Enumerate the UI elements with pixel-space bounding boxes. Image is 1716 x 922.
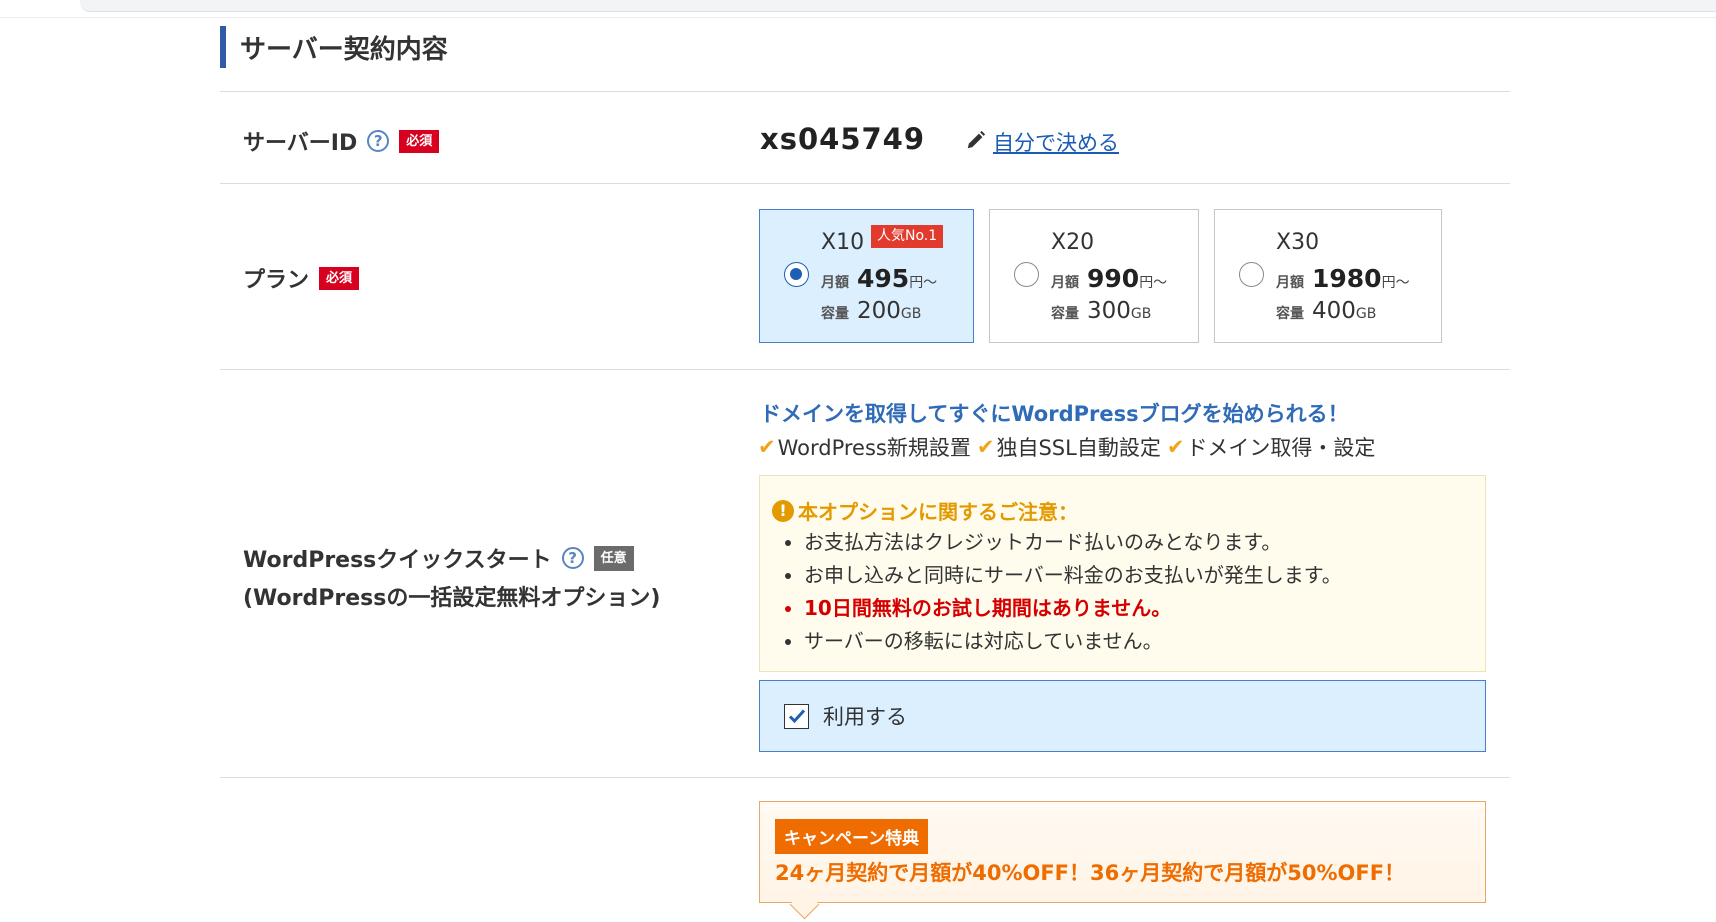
monthly-label: 月額 bbox=[821, 275, 849, 291]
feature-text: 独自SSL自動設定 bbox=[996, 436, 1161, 460]
checkmark-icon bbox=[788, 709, 805, 724]
popular-badge: 人気No.1 bbox=[871, 225, 944, 248]
price-unit: 円～ bbox=[1139, 275, 1168, 291]
capacity-label: 容量 bbox=[1051, 306, 1079, 322]
pointer-arrow bbox=[789, 889, 820, 920]
capacity-label: 容量 bbox=[821, 306, 849, 322]
capacity-unit: GB bbox=[1130, 306, 1152, 322]
divider bbox=[220, 91, 1510, 92]
server-id-value: xs045749 bbox=[760, 122, 926, 156]
notice-list: お支払方法はクレジットカード払いのみとなります。 お申し込みと同時にサーバー料金… bbox=[784, 526, 1342, 658]
quickstart-headline: ドメインを取得してすぐにWordPressブログを始められる！ bbox=[760, 402, 1349, 426]
capacity-label: 容量 bbox=[1276, 306, 1304, 322]
campaign-badge: キャンペーン特典 bbox=[775, 819, 929, 854]
edit-server-id-text[interactable]: 自分で決める bbox=[993, 127, 1119, 157]
plan-price: 1980 bbox=[1312, 264, 1382, 293]
capacity-unit: GB bbox=[900, 306, 922, 322]
use-checkbox[interactable] bbox=[784, 703, 809, 729]
plan-radio-x10[interactable] bbox=[784, 262, 809, 287]
notice-item: サーバーの移転には対応していません。 bbox=[804, 625, 1342, 658]
plan-capacity: 200 bbox=[857, 298, 901, 324]
feature-text: WordPress新規設置 bbox=[777, 436, 971, 460]
feature-text: ドメイン取得・設定 bbox=[1186, 436, 1376, 460]
required-badge: 必須 bbox=[399, 129, 440, 153]
top-divider bbox=[0, 17, 1716, 18]
use-label: 利用する bbox=[823, 705, 907, 729]
price-unit: 円～ bbox=[909, 275, 938, 291]
option-notice: ! 本オプションに関するご注意： お支払方法はクレジットカード払いのみとなります… bbox=[759, 475, 1486, 672]
campaign-box: キャンペーン特典 24ヶ月契約で月額が40%OFF！36ヶ月契約で月額が50%O… bbox=[759, 801, 1486, 920]
check-icon: ✔ bbox=[1166, 435, 1185, 459]
check-icon: ✔ bbox=[976, 435, 995, 459]
monthly-label: 月額 bbox=[1276, 275, 1304, 291]
plan-option-x20[interactable]: X20 月額 990円～ 容量 300GB bbox=[989, 209, 1199, 343]
help-icon[interactable]: ? bbox=[367, 130, 390, 152]
plan-name: X20 bbox=[1051, 230, 1095, 255]
pencil-icon bbox=[965, 129, 987, 156]
section-title: サーバー契約内容 bbox=[220, 26, 448, 68]
server-id-label: サーバーID bbox=[243, 131, 358, 156]
feature-item: ✔ WordPress新規設置 bbox=[758, 432, 971, 462]
plan-radio-x20[interactable] bbox=[1014, 262, 1039, 287]
notice-item-warning: 10日間無料のお試し期間はありません。 bbox=[804, 592, 1342, 625]
quickstart-sublabel: (WordPressの一括設定無料オプション) bbox=[243, 586, 661, 611]
notice-title: 本オプションに関するご注意： bbox=[798, 500, 1078, 524]
plan-option-x10[interactable]: X10 人気No.1 月額 495円～ 容量 200GB bbox=[759, 209, 974, 343]
warning-icon: ! bbox=[772, 499, 794, 522]
use-quickstart-option[interactable]: 利用する bbox=[759, 680, 1486, 752]
plan-name: X30 bbox=[1276, 230, 1320, 255]
check-icon: ✔ bbox=[758, 435, 776, 459]
campaign-text: 24ヶ月契約で月額が40%OFF！36ヶ月契約で月額が50%OFF！ bbox=[775, 861, 1406, 885]
plan-price: 990 bbox=[1087, 264, 1140, 293]
divider bbox=[220, 369, 1510, 370]
plan-price: 495 bbox=[857, 264, 910, 293]
plan-label: プラン bbox=[243, 268, 310, 293]
quickstart-label: WordPressクイックスタート bbox=[243, 548, 552, 573]
notice-item: お申し込みと同時にサーバー料金のお支払いが発生します。 bbox=[804, 559, 1342, 592]
feature-item: ✔ ドメイン取得・設定 bbox=[1167, 432, 1376, 462]
help-icon[interactable]: ? bbox=[561, 547, 584, 569]
optional-badge: 任意 bbox=[593, 545, 634, 571]
feature-list: ✔ WordPress新規設置 ✔ 独自SSL自動設定 ✔ ドメイン取得・設定 bbox=[758, 432, 1375, 462]
plan-radio-x30[interactable] bbox=[1239, 262, 1264, 287]
divider bbox=[220, 183, 1510, 184]
required-badge: 必須 bbox=[319, 266, 360, 290]
browser-top-bar bbox=[80, 0, 1716, 12]
plan-option-x30[interactable]: X30 月額 1980円～ 容量 400GB bbox=[1214, 209, 1442, 343]
quickstart-label-block: WordPressクイックスタート ? 任意 (WordPressの一括設定無料… bbox=[243, 542, 660, 612]
plan-capacity: 300 bbox=[1087, 298, 1131, 324]
server-id-label-row: サーバーID ? 必須 bbox=[243, 125, 440, 157]
notice-item: お支払方法はクレジットカード払いのみとなります。 bbox=[804, 526, 1342, 559]
plan-capacity: 400 bbox=[1312, 298, 1356, 324]
divider bbox=[220, 777, 1510, 778]
plan-label-row: プラン 必須 bbox=[243, 262, 360, 294]
feature-item: ✔ 独自SSL自動設定 bbox=[977, 432, 1161, 462]
edit-server-id-link[interactable]: 自分で決める bbox=[965, 127, 1119, 157]
price-unit: 円～ bbox=[1381, 275, 1410, 291]
plan-name: X10 bbox=[821, 230, 865, 255]
capacity-unit: GB bbox=[1355, 306, 1377, 322]
monthly-label: 月額 bbox=[1051, 275, 1079, 291]
